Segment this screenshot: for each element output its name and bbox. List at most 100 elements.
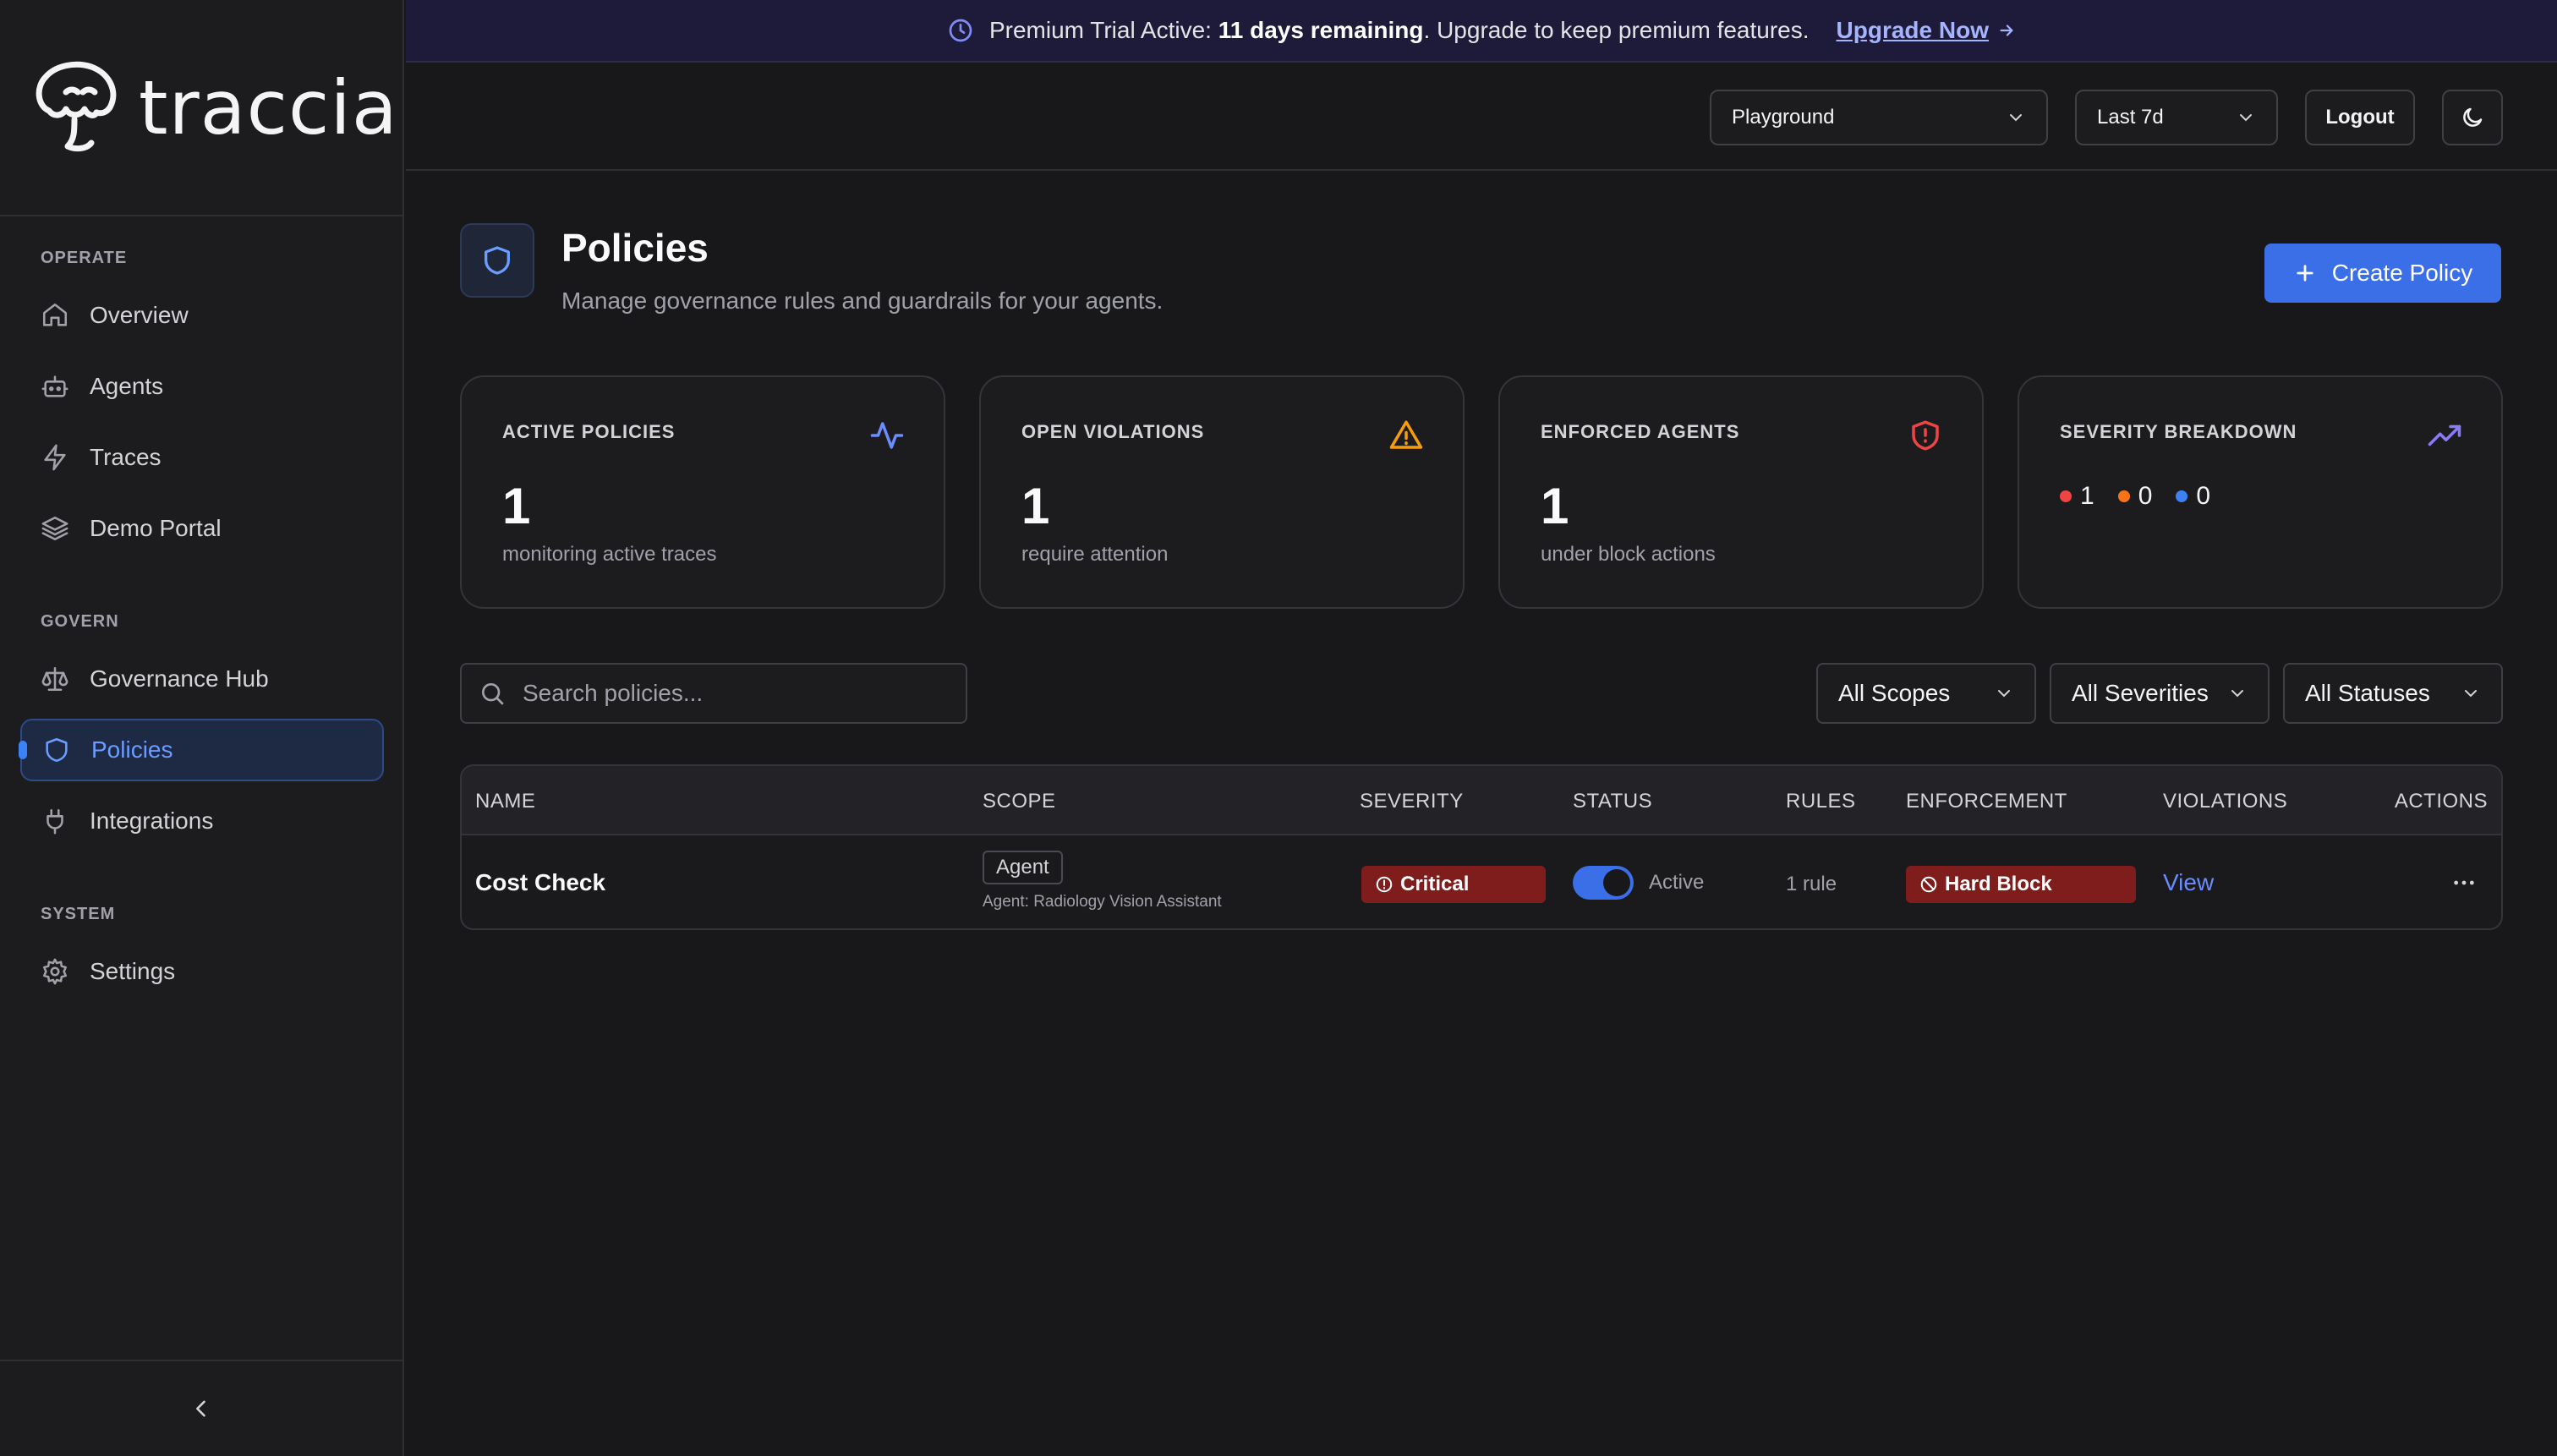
severity-badge: Critical — [1361, 866, 1546, 903]
severity-count: 0 — [2196, 482, 2211, 510]
sidebar-item-label: Governance Hub — [90, 665, 269, 692]
time-range-select[interactable]: Last 7d — [2075, 90, 2278, 145]
status-control: Active — [1573, 866, 1704, 900]
upgrade-now-link[interactable]: Upgrade Now — [1837, 17, 1989, 44]
stat-label: SEVERITY BREAKDOWN — [2060, 421, 2297, 442]
banner-suffix: . Upgrade to keep premium features. — [1423, 17, 1810, 43]
sidebar-item-integrations[interactable]: Integrations — [20, 790, 384, 852]
topbar: Playground Last 7d Logout — [406, 63, 2557, 171]
chevron-down-icon — [2010, 114, 2022, 122]
status-filter-value: All Statuses — [2305, 680, 2430, 706]
trending-up-icon — [2428, 424, 2461, 446]
search-box — [460, 663, 967, 724]
section-label-govern: GOVERN — [41, 612, 119, 631]
policy-scope: Agent Agent: Radiology Vision Assistant — [983, 851, 1222, 911]
scale-icon — [41, 666, 68, 692]
stat-card-enforced-agents: ENFORCED AGENTS 1 under block actions — [1498, 375, 1984, 609]
sidebar-item-label: Agents — [90, 373, 164, 399]
sidebar-item-label: Traces — [90, 444, 162, 470]
page-header-icon — [460, 223, 534, 298]
sidebar-item-policies[interactable]: Policies — [20, 719, 384, 781]
row-actions-button[interactable] — [2450, 869, 2478, 896]
app-name: traccia — [139, 63, 398, 151]
logout-button[interactable]: Logout — [2305, 90, 2415, 145]
sidebar-item-label: Integrations — [90, 807, 214, 834]
severity-count: 0 — [2138, 482, 2153, 510]
layers-icon — [41, 516, 68, 541]
trial-banner: Premium Trial Active: 11 days remaining … — [406, 0, 2557, 63]
page-title: Policies — [561, 226, 709, 270]
sidebar-item-demo-portal[interactable]: Demo Portal — [20, 497, 384, 560]
alert-circle-icon — [1376, 876, 1393, 893]
collapse-sidebar-icon[interactable] — [189, 1397, 213, 1420]
stat-value: 1 — [502, 478, 531, 534]
stat-card-severity-breakdown: SEVERITY BREAKDOWN 1 0 0 — [2018, 375, 2503, 609]
severity-filter-value: All Severities — [2072, 680, 2209, 706]
project-select[interactable]: Playground — [1710, 90, 2048, 145]
sidebar-item-governance-hub[interactable]: Governance Hub — [20, 648, 384, 710]
sidebar-item-label: Settings — [90, 958, 176, 984]
severity-dot — [2176, 490, 2188, 502]
section-label-operate: OPERATE — [41, 249, 128, 267]
chevron-down-icon — [1998, 690, 2010, 698]
enforcement-badge-label: Hard Block — [1945, 873, 2052, 895]
sidebar-item-agents[interactable]: Agents — [20, 355, 384, 418]
bot-icon — [41, 375, 68, 397]
severity-filter[interactable]: All Severities — [2050, 663, 2270, 724]
status-filter[interactable]: All Statuses — [2283, 663, 2503, 724]
scope-detail: Agent: Radiology Vision Assistant — [983, 893, 1222, 911]
column-header-severity[interactable]: SEVERITY — [1360, 790, 1464, 813]
sidebar-item-settings[interactable]: Settings — [20, 940, 384, 1003]
sidebar-item-label: Overview — [90, 302, 189, 328]
table-row[interactable]: Cost Check Agent Agent: Radiology Vision… — [462, 837, 2501, 928]
rules-count: 1 rule — [1786, 873, 1837, 895]
column-header-actions: ACTIONS — [2394, 790, 2488, 813]
active-indicator — [19, 741, 27, 759]
traccia-logo-icon — [36, 61, 117, 152]
sidebar-item-label: Policies — [91, 736, 173, 763]
column-header-status[interactable]: STATUS — [1573, 790, 1652, 813]
column-header-rules[interactable]: RULES — [1786, 790, 1856, 813]
stat-label: OPEN VIOLATIONS — [1021, 421, 1205, 442]
stat-label: ACTIVE POLICIES — [502, 421, 676, 442]
severity-medium-count: 0 — [2176, 482, 2210, 511]
search-input[interactable] — [523, 680, 962, 707]
stat-card-open-violations: OPEN VIOLATIONS 1 require attention — [979, 375, 1465, 609]
severity-breakdown: 1 0 0 — [2060, 482, 2234, 511]
toggle-knob — [1603, 869, 1630, 896]
stat-card-active-policies: ACTIVE POLICIES 1 monitoring active trac… — [460, 375, 945, 609]
column-header-scope[interactable]: SCOPE — [983, 790, 1056, 813]
chevron-down-icon — [2240, 114, 2252, 122]
shield-alert-icon — [1912, 420, 1939, 451]
arrow-right-icon — [2000, 25, 2013, 36]
create-policy-label: Create Policy — [2331, 260, 2473, 286]
plug-icon — [47, 808, 63, 835]
theme-toggle-button[interactable] — [2442, 90, 2503, 145]
severity-high-count: 0 — [2117, 482, 2153, 511]
scope-filter-value: All Scopes — [1838, 680, 1951, 706]
scope-filter[interactable]: All Scopes — [1816, 663, 2036, 724]
column-header-violations[interactable]: VIOLATIONS — [2163, 790, 2287, 813]
activity-icon — [870, 422, 904, 449]
sidebar-item-traces[interactable]: Traces — [20, 426, 384, 489]
sidebar-item-overview[interactable]: Overview — [20, 284, 384, 347]
sidebar-item-label: Demo Portal — [90, 515, 222, 541]
severity-dot — [2117, 490, 2130, 502]
policy-name[interactable]: Cost Check — [475, 869, 605, 896]
logo[interactable]: traccia — [0, 0, 402, 216]
ban-icon — [1920, 876, 1937, 893]
more-horizontal-icon — [2454, 880, 2474, 885]
table-header: NAME SCOPE SEVERITY STATUS RULES ENFORCE… — [462, 766, 2501, 835]
severity-count: 1 — [2080, 482, 2094, 510]
sidebar: traccia OPERATE Overview Agents Traces D… — [0, 0, 404, 1456]
status-toggle[interactable] — [1573, 866, 1634, 900]
column-header-enforcement[interactable]: ENFORCEMENT — [1906, 790, 2067, 813]
shield-icon — [46, 737, 68, 763]
page-subtitle: Manage governance rules and guardrails f… — [561, 287, 1164, 314]
view-violations-link[interactable]: View — [2163, 869, 2214, 896]
severity-critical-count: 1 — [2060, 482, 2094, 511]
stat-value: 1 — [1021, 478, 1050, 534]
scope-tag: Agent — [983, 851, 1063, 884]
column-header-name[interactable]: NAME — [475, 790, 535, 813]
create-policy-button[interactable]: Create Policy — [2264, 244, 2501, 303]
